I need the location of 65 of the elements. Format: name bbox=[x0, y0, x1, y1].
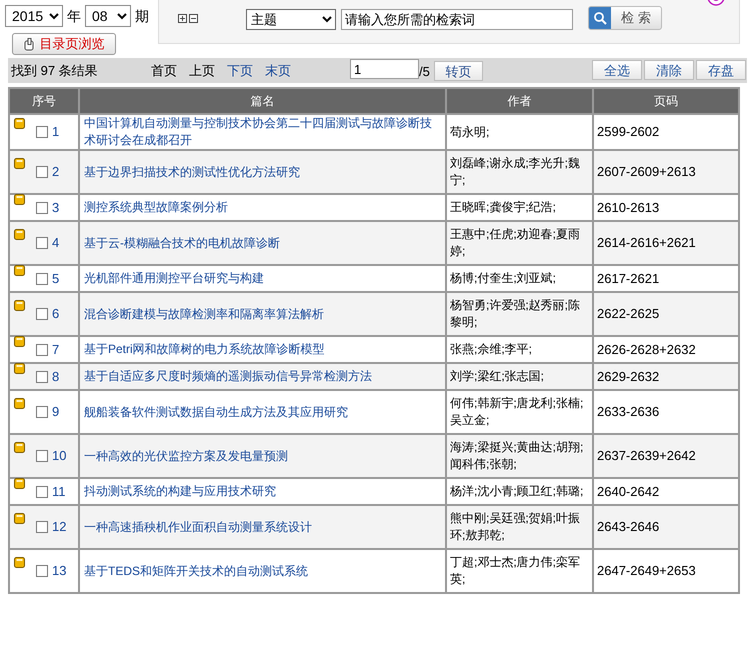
row-checkbox[interactable] bbox=[36, 272, 48, 284]
document-icon bbox=[14, 362, 25, 374]
document-icon bbox=[14, 336, 25, 347]
document-icon bbox=[14, 300, 25, 312]
row-checkbox[interactable] bbox=[36, 521, 48, 533]
page-total: /5 bbox=[419, 63, 430, 81]
pager-link[interactable]: 下页 bbox=[227, 60, 253, 80]
row-number: 7 bbox=[52, 340, 60, 359]
document-icon bbox=[14, 398, 25, 410]
document-icon bbox=[14, 158, 25, 170]
row-number: 3 bbox=[52, 198, 60, 217]
search-field-select[interactable]: 主题 bbox=[246, 9, 336, 30]
row-number: 4 bbox=[52, 234, 60, 252]
row-number: 2 bbox=[52, 163, 60, 182]
row-checkbox[interactable] bbox=[36, 450, 48, 462]
row-checkbox[interactable] bbox=[36, 370, 48, 382]
document-icon bbox=[14, 118, 25, 130]
column-header: 作者 bbox=[446, 88, 593, 114]
row-number: 6 bbox=[52, 305, 60, 324]
row-number: 8 bbox=[52, 368, 60, 386]
action-button[interactable]: 清除 bbox=[644, 60, 694, 80]
expand-collapse-icon[interactable] bbox=[178, 14, 200, 23]
toc-browse-button[interactable]: 目录页浏览 bbox=[12, 33, 116, 55]
pages-cell: 2647-2649+2653 bbox=[593, 549, 739, 593]
action-button[interactable]: 存盘 bbox=[696, 60, 746, 80]
year-label: 年 bbox=[67, 6, 81, 26]
hand-pointer-icon bbox=[24, 38, 36, 50]
column-header: 序号 bbox=[9, 88, 79, 114]
row-checkbox[interactable] bbox=[36, 237, 48, 249]
document-icon bbox=[14, 229, 25, 240]
authors-cell: 丁超;邓士杰;唐力伟;栾军英; bbox=[446, 549, 593, 593]
row-checkbox[interactable] bbox=[36, 126, 48, 138]
row-number: 5 bbox=[52, 270, 60, 288]
row-number: 13 bbox=[52, 562, 66, 580]
search-input[interactable]: 请输入您所需的检索词 bbox=[341, 9, 573, 30]
row-number: 10 bbox=[52, 447, 66, 466]
row-number: 12 bbox=[52, 518, 66, 536]
row-number: 11 bbox=[52, 482, 66, 501]
document-icon bbox=[14, 194, 25, 205]
issue-select[interactable]: 08 bbox=[85, 5, 131, 27]
search-button[interactable]: 检 索 bbox=[588, 6, 662, 30]
row-checkbox[interactable] bbox=[36, 308, 48, 320]
document-icon bbox=[14, 557, 25, 568]
search-icon bbox=[589, 7, 611, 29]
pager-link[interactable]: 末页 bbox=[265, 60, 291, 80]
row-checkbox[interactable] bbox=[36, 166, 48, 178]
row-checkbox[interactable] bbox=[36, 344, 48, 356]
column-header: 页码 bbox=[593, 88, 739, 114]
go-page-button[interactable]: 转页 bbox=[434, 61, 483, 81]
row-checkbox[interactable] bbox=[36, 486, 48, 498]
row-number: 1 bbox=[52, 123, 60, 142]
column-header: 篇名 bbox=[79, 88, 446, 114]
document-icon bbox=[14, 442, 25, 454]
row-checkbox[interactable] bbox=[36, 565, 48, 577]
row-checkbox[interactable] bbox=[36, 406, 48, 418]
page-input[interactable]: 1 bbox=[350, 59, 419, 79]
document-icon bbox=[14, 478, 25, 489]
action-button[interactable]: 全选 bbox=[592, 60, 642, 80]
document-icon bbox=[14, 513, 25, 524]
issue-label: 期 bbox=[135, 6, 149, 26]
result-count: 找到 97 条结果 bbox=[11, 62, 99, 80]
document-icon bbox=[14, 264, 25, 276]
row-checkbox[interactable] bbox=[36, 202, 48, 214]
year-select[interactable]: 2015 bbox=[5, 5, 63, 27]
row-number: 9 bbox=[52, 403, 60, 422]
